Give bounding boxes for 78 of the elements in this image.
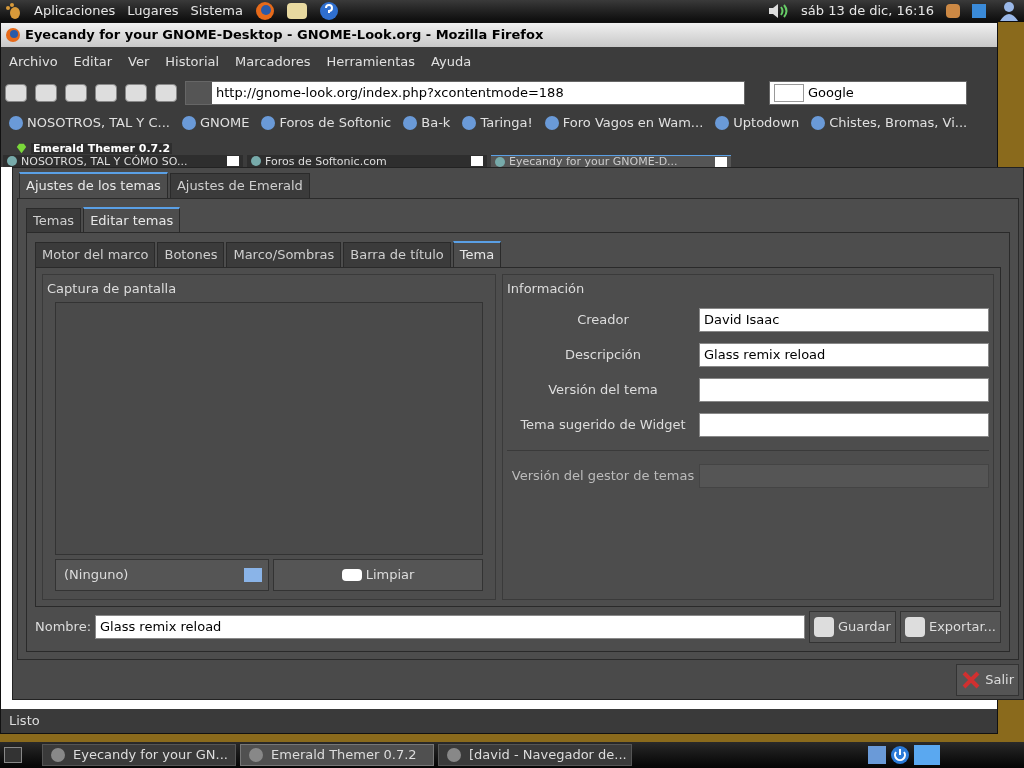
- menu-item[interactable]: Herramientas: [326, 52, 416, 72]
- bookmark-icon: [462, 116, 477, 130]
- volume-icon[interactable]: [767, 2, 790, 20]
- foot-icon[interactable]: [4, 2, 22, 20]
- input-field[interactable]: Glass remix reload: [699, 342, 989, 367]
- tab[interactable]: Botones: [157, 242, 225, 267]
- bookmark[interactable]: Uptodown: [733, 113, 800, 133]
- bookmark-icon: [544, 116, 559, 130]
- clock[interactable]: sáb 13 de dic, 16:16: [801, 1, 934, 21]
- frame-heading: Información: [507, 279, 586, 298]
- search-field[interactable]: Google: [769, 81, 967, 105]
- input-field[interactable]: Glass remix reload: [95, 614, 805, 639]
- bookmark-icon: [403, 116, 418, 130]
- toolbar-button[interactable]: Guardar: [808, 610, 896, 643]
- tab[interactable]: Editar temas: [83, 206, 181, 232]
- bookmark[interactable]: Foro Vagos en Wam...: [562, 113, 704, 133]
- field-label: Descripción: [563, 345, 643, 364]
- menu-item[interactable]: Ayuda: [431, 52, 472, 72]
- bookmark-icon: [9, 116, 23, 130]
- input-field[interactable]: David Isaac: [699, 307, 989, 332]
- field-label: Tema sugerido de Widget: [519, 415, 687, 434]
- menu-item[interactable]: Archivo: [9, 52, 58, 72]
- bookmark[interactable]: Taringa!: [480, 113, 533, 133]
- tab[interactable]: Temas: [26, 207, 82, 232]
- tab[interactable]: Ajustes de Emerald: [169, 173, 310, 198]
- bookmark-icon: [181, 116, 196, 130]
- menu-item[interactable]: Marcadores: [235, 52, 311, 72]
- cross-icon: [961, 669, 982, 690]
- folder-icon: [244, 567, 262, 582]
- clear-button[interactable]: Limpiar: [273, 558, 483, 591]
- tab[interactable]: Barra de título: [343, 242, 451, 267]
- bookmark[interactable]: GNOME: [199, 113, 250, 133]
- menu-item[interactable]: Editar: [73, 52, 113, 72]
- bookmark[interactable]: NOSOTROS, TAL Y C...: [27, 113, 170, 133]
- panel-menu[interactable]: Lugares: [127, 1, 179, 21]
- input-field[interactable]: [699, 377, 989, 402]
- frame-heading: Captura de pantalla: [47, 279, 178, 298]
- user-icon[interactable]: [998, 1, 1020, 21]
- folder-icon: [914, 745, 940, 765]
- menu-item[interactable]: Historial: [165, 52, 220, 72]
- bookmark-icon: [811, 116, 826, 130]
- panel-menu[interactable]: Aplicaciones: [34, 1, 116, 21]
- bookmark[interactable]: Foros de Softonic: [279, 113, 392, 133]
- file-chooser[interactable]: (Ninguno): [55, 558, 269, 591]
- bookmark-icon: [715, 116, 730, 130]
- close-icon[interactable]: [715, 156, 727, 167]
- window-title: Eyecandy for your GNOME-Desktop - GNOME-Look.org - Mozilla Firefox: [25, 26, 544, 45]
- firefox-icon[interactable]: [254, 1, 275, 21]
- tab[interactable]: Motor del marco: [35, 242, 156, 267]
- mail-icon: [286, 3, 307, 19]
- browser-tab[interactable]: NOSOTROS, TAL Y CÓMO SO...: [3, 155, 243, 167]
- field-label: Creador: [576, 310, 630, 329]
- field-label: Nombre:: [35, 617, 92, 636]
- firefox-icon: [5, 27, 21, 43]
- desktop-icon: [4, 747, 22, 763]
- tab[interactable]: Marco/Sombras: [226, 242, 342, 267]
- input-field[interactable]: [699, 412, 989, 437]
- panel-menu[interactable]: Sistema: [190, 1, 243, 21]
- browser-tab[interactable]: Eyecandy for your GNOME-D...: [491, 155, 731, 167]
- bookmark[interactable]: Chistes, Bromas, Vi...: [829, 113, 968, 133]
- field-label: Versión del tema: [547, 380, 659, 399]
- window-title: Emerald Themer 0.7.2: [31, 143, 173, 154]
- url-field[interactable]: http://gnome-look.org/index.php?xcontentmode=188: [185, 81, 745, 105]
- taskbar-button[interactable]: Eyecandy for your GN...: [42, 744, 236, 766]
- taskbar-button[interactable]: [david - Navegador de...: [438, 744, 632, 766]
- help-icon[interactable]: [318, 1, 339, 21]
- bookmark[interactable]: Ba-k: [421, 113, 451, 133]
- menu-item[interactable]: Ver: [128, 52, 150, 72]
- taskbar-button[interactable]: Emerald Themer 0.7.2: [240, 744, 434, 766]
- field-label: Versión del gestor de temas: [510, 466, 696, 485]
- quit-button[interactable]: Salir: [956, 663, 1019, 696]
- tab[interactable]: Tema: [452, 241, 502, 267]
- tab[interactable]: Ajustes de los temas: [19, 172, 168, 198]
- toolbar-button[interactable]: Exportar...: [899, 610, 1001, 643]
- bookmark-icon: [261, 116, 276, 130]
- power-icon[interactable]: [890, 745, 910, 765]
- browser-tab[interactable]: Foros de Softonic.com: [247, 155, 487, 167]
- status-text: Listo: [9, 712, 40, 731]
